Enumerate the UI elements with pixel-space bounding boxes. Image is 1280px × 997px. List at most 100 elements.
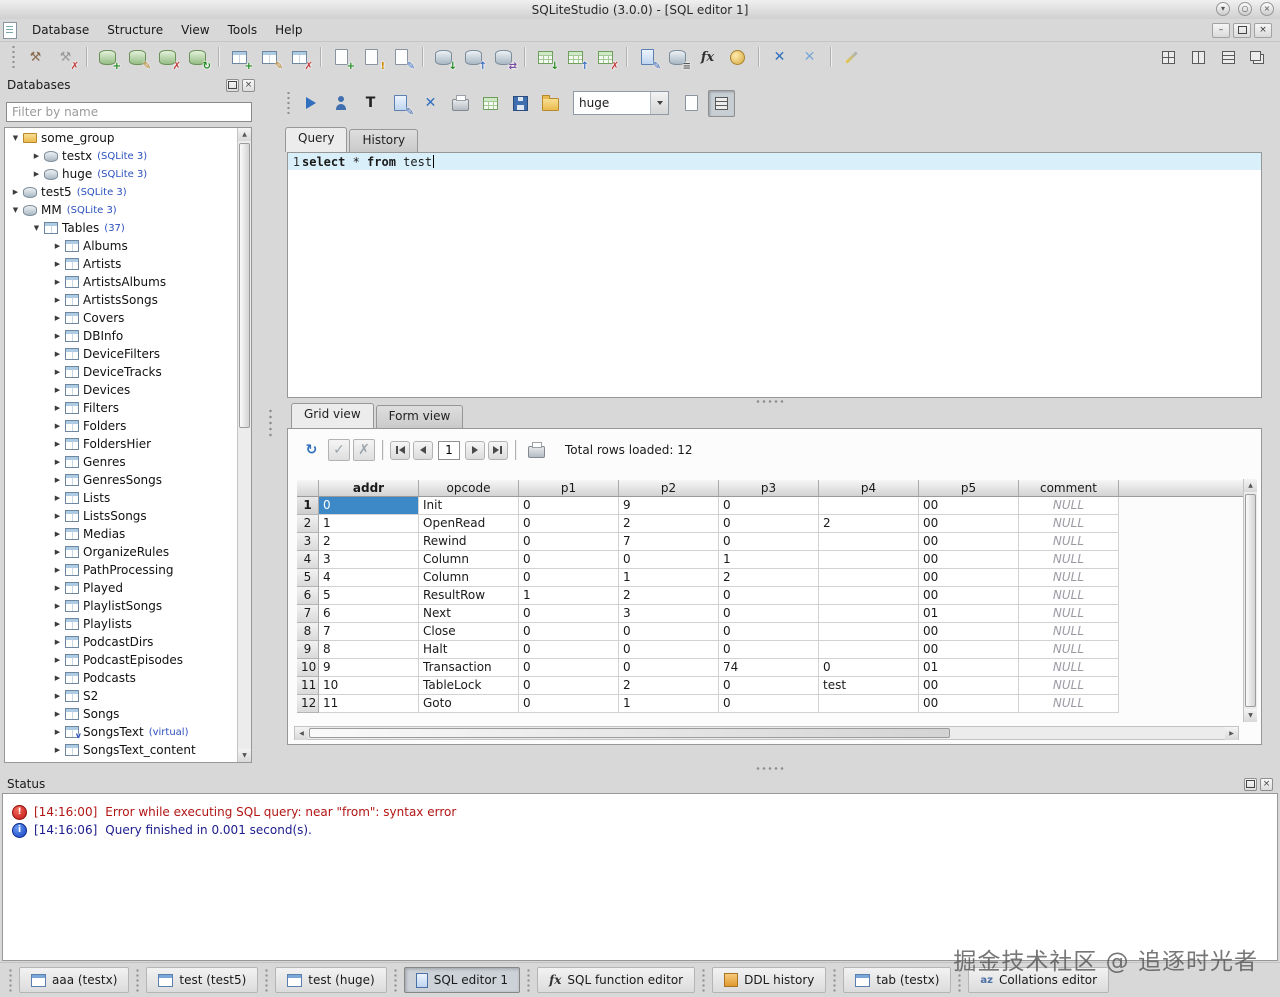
tree-item-medias[interactable]: ▶ Medias	[5, 525, 238, 543]
open-sql-editor-icon[interactable]: ✎	[634, 44, 661, 71]
grid-cell[interactable]: 2	[819, 515, 919, 533]
filter-results-icon[interactable]	[523, 437, 550, 464]
prev-page-icon[interactable]	[413, 440, 433, 460]
export-table-data-icon[interactable]: ↑	[562, 44, 589, 71]
save-sql-icon[interactable]	[507, 90, 534, 117]
open-function-editor-icon[interactable]: fx	[694, 44, 721, 71]
grid-cell[interactable]: 00	[919, 677, 1019, 695]
grid-cell[interactable]: 00	[919, 623, 1019, 641]
tree-item-tables[interactable]: ▼ Tables (37)	[5, 219, 238, 237]
row-number[interactable]: 10	[297, 659, 319, 677]
grid-cell[interactable]: 2	[319, 533, 419, 551]
row-number[interactable]: 4	[297, 551, 319, 569]
export-results-icon[interactable]: ✕	[417, 90, 444, 117]
taskbar-handle[interactable]	[392, 968, 398, 992]
grid-cell[interactable]: Next	[419, 605, 519, 623]
collapse-expander-icon[interactable]: ▼	[9, 206, 22, 214]
column-header-p1[interactable]: p1	[519, 480, 619, 497]
results-horizontal-scrollbar[interactable]: ◀ ▶	[294, 726, 1239, 740]
grid-cell[interactable]: 0	[519, 533, 619, 551]
convert-database-icon[interactable]: ⇄	[490, 44, 517, 71]
menu-help[interactable]: Help	[266, 20, 311, 40]
scrollbar-thumb[interactable]	[239, 143, 250, 428]
grid-cell-comment[interactable]: NULL	[1019, 497, 1119, 515]
drop-table-icon[interactable]: ✗	[286, 44, 313, 71]
grid-cell[interactable]: 0	[619, 659, 719, 677]
tab-history[interactable]: History	[349, 129, 419, 152]
grid-cell-comment[interactable]: NULL	[1019, 569, 1119, 587]
grid-cell[interactable]: 3	[319, 551, 419, 569]
tree-item-songstext[interactable]: ▶ v SongsText (virtual)	[5, 723, 238, 741]
expand-expander-icon[interactable]: ▶	[51, 386, 64, 394]
row-number[interactable]: 11	[297, 677, 319, 695]
expand-expander-icon[interactable]: ▶	[51, 332, 64, 340]
expand-expander-icon[interactable]: ▶	[51, 278, 64, 286]
grid-cell[interactable]: 0	[719, 623, 819, 641]
expand-expander-icon[interactable]: ▶	[51, 314, 64, 322]
dock-close-button[interactable]: ×	[1260, 777, 1273, 791]
grid-cell[interactable]	[819, 605, 919, 623]
grid-cell[interactable]: 0	[619, 623, 719, 641]
mdi-tile-vertical-icon[interactable]	[1185, 44, 1212, 71]
expand-expander-icon[interactable]: ▶	[51, 530, 64, 538]
grid-cell[interactable]: 2	[619, 677, 719, 695]
expand-expander-icon[interactable]: ▶	[51, 746, 64, 754]
connect-database-icon[interactable]: ⚒	[22, 44, 49, 71]
menu-tools[interactable]: Tools	[219, 20, 267, 40]
taskbar-handle[interactable]	[264, 968, 270, 992]
export-csv-icon[interactable]	[477, 90, 504, 117]
tree-item-playlistsongs[interactable]: ▶ PlaylistSongs	[5, 597, 238, 615]
row-number[interactable]: 6	[297, 587, 319, 605]
taskbar-handle[interactable]	[701, 968, 707, 992]
grid-cell[interactable]: OpenRead	[419, 515, 519, 533]
tree-item-testx[interactable]: ▶ testx (SQLite 3)	[5, 147, 238, 165]
grid-cell[interactable]: 7	[319, 623, 419, 641]
scroll-up-icon[interactable]: ▲	[1244, 479, 1257, 492]
sql-editor-area[interactable]: 1 select * from test	[287, 152, 1262, 398]
tab-grid-view[interactable]: Grid view	[291, 403, 374, 428]
toolbar-handle[interactable]	[11, 46, 16, 68]
tree-item-folders[interactable]: ▶ Folders	[5, 417, 238, 435]
mdi-minimize-button[interactable]: –	[1212, 22, 1230, 38]
grid-cell-comment[interactable]: NULL	[1019, 641, 1119, 659]
titlebar-close-button[interactable]: ×	[1260, 2, 1274, 16]
grid-cell[interactable]: 1	[319, 515, 419, 533]
configure-icon[interactable]	[838, 44, 865, 71]
disconnect-database-icon[interactable]: ⚒ ✗	[52, 44, 79, 72]
grid-cell[interactable]: 0	[719, 605, 819, 623]
tree-item-podcastepisodes[interactable]: ▶ PodcastEpisodes	[5, 651, 238, 669]
grid-cell-comment[interactable]: NULL	[1019, 695, 1119, 713]
grid-cell[interactable]: 0	[819, 659, 919, 677]
grid-cell[interactable]: 8	[319, 641, 419, 659]
grid-cell-comment[interactable]: NULL	[1019, 533, 1119, 551]
open-collation-editor-icon[interactable]	[724, 44, 751, 71]
grid-cell[interactable]: 10	[319, 677, 419, 695]
expand-expander-icon[interactable]: ▶	[51, 260, 64, 268]
grid-cell[interactable]: 9	[319, 659, 419, 677]
grid-cell[interactable]: 0	[519, 641, 619, 659]
expand-expander-icon[interactable]: ▶	[9, 188, 22, 196]
tree-item-dbinfo[interactable]: ▶ DBInfo	[5, 327, 238, 345]
tree-item-songstext-content[interactable]: ▶ SongsText_content	[5, 741, 238, 759]
import-icon[interactable]: ↓	[430, 44, 457, 71]
grid-cell[interactable]: 00	[919, 587, 1019, 605]
expand-expander-icon[interactable]: ▶	[51, 476, 64, 484]
tree-item-genressongs[interactable]: ▶ GenresSongs	[5, 471, 238, 489]
row-number[interactable]: 8	[297, 623, 319, 641]
close-all-windows-icon[interactable]: ✕	[796, 44, 823, 71]
grid-cell-comment[interactable]: NULL	[1019, 587, 1119, 605]
grid-cell[interactable]: 0	[519, 659, 619, 677]
expand-expander-icon[interactable]: ▶	[51, 728, 64, 736]
mdi-tile-icon[interactable]	[1155, 44, 1182, 71]
open-ddl-history-icon[interactable]: ≡	[664, 44, 691, 71]
mdi-close-button[interactable]: ×	[1254, 22, 1272, 38]
remove-database-icon[interactable]: ✗	[154, 44, 181, 71]
grid-cell-comment[interactable]: NULL	[1019, 551, 1119, 569]
row-number[interactable]: 12	[297, 695, 319, 713]
scrollbar-thumb[interactable]	[309, 728, 951, 738]
grid-cell[interactable]	[819, 497, 919, 515]
tree-item-played[interactable]: ▶ Played	[5, 579, 238, 597]
scroll-up-icon[interactable]: ▲	[238, 128, 251, 141]
add-database-icon[interactable]: +	[94, 44, 121, 71]
expand-expander-icon[interactable]: ▶	[51, 242, 64, 250]
